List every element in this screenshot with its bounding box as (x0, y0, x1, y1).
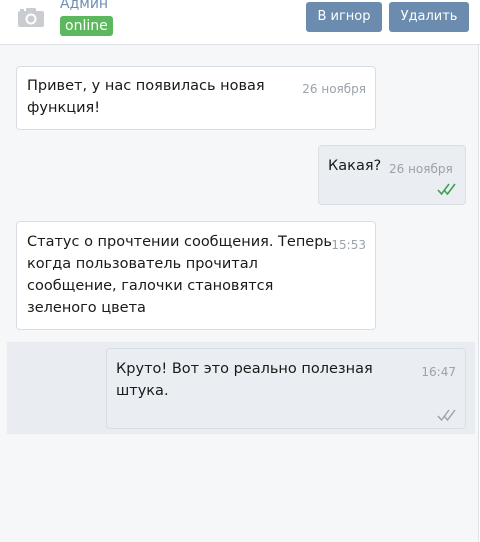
read-double-check-icon (437, 183, 456, 195)
message-text: Круто! Вот это реально полезная штука. (116, 361, 373, 399)
message-text: Привет, у нас появилась новая функция! (27, 78, 265, 116)
message-time: 26 ноября (389, 162, 453, 176)
message-text: Статус о прочтении сообщения. Теперь ког… (27, 234, 332, 316)
chat-header: Админ online В игнор Удалить (0, 0, 480, 45)
online-status-badge: online (60, 16, 113, 36)
message-time: 26 ноября (302, 82, 366, 96)
message-text: Какая? (328, 158, 382, 174)
ignore-button[interactable]: В игнор (306, 2, 382, 32)
message-incoming[interactable]: Привет, у нас появилась новая функция! 2… (16, 66, 376, 130)
user-name[interactable]: Админ (60, 0, 108, 12)
message-incoming[interactable]: Статус о прочтении сообщения. Теперь ког… (16, 221, 376, 330)
message-time: 16:47 (421, 365, 456, 379)
message-time: 15:53 (331, 238, 366, 252)
camera-icon[interactable] (17, 6, 45, 28)
message-list: Привет, у нас появилась новая функция! 2… (0, 45, 479, 542)
unread-double-check-icon (437, 409, 456, 421)
delete-button[interactable]: Удалить (389, 2, 469, 32)
message-outgoing[interactable]: Какая? 26 ноября (318, 145, 466, 205)
message-outgoing[interactable]: Круто! Вот это реально полезная штука. 1… (106, 348, 466, 429)
